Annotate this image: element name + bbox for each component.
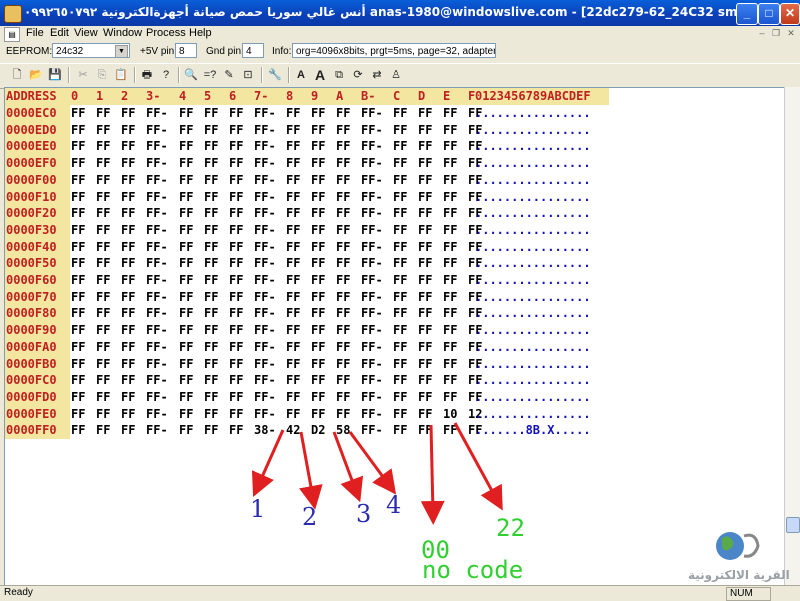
status-text: Ready: [4, 587, 33, 598]
num-lock-indicator: NUM: [726, 587, 771, 601]
annotation-3: 3: [356, 500, 372, 528]
arrow-3: [332, 431, 364, 503]
annotation-2: 2: [302, 503, 318, 531]
arrow-4: [348, 431, 397, 495]
annotation-22: 22: [496, 514, 525, 542]
watermark-logo: القرية الالكترونية: [688, 526, 792, 584]
annotation-1: 1: [250, 495, 266, 523]
arrow-22: [453, 422, 503, 511]
globe-icon: [716, 532, 760, 560]
annotation-4: 4: [386, 491, 402, 519]
arrow-00: [420, 424, 445, 525]
logo-text: القرية الالكترونية: [688, 568, 790, 582]
status-bar: Ready NUM: [0, 585, 800, 601]
arrow-1: [251, 429, 285, 497]
arrow-2: [299, 431, 323, 510]
annotation-no-code: no code: [422, 556, 524, 584]
